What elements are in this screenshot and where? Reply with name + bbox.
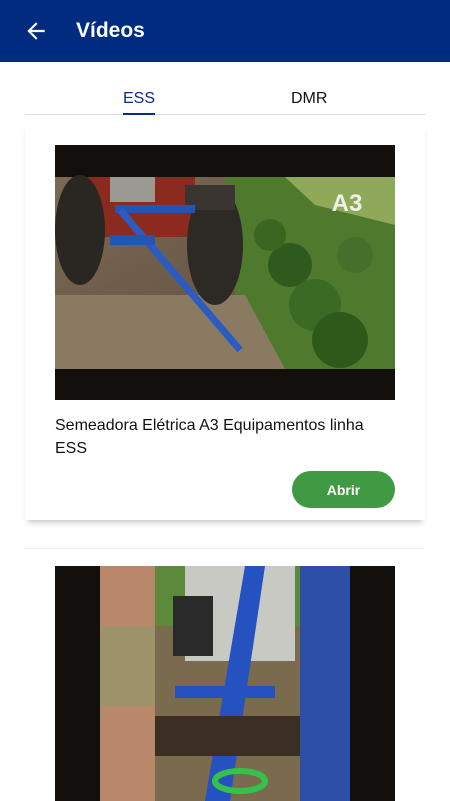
- video-thumbnail[interactable]: [55, 566, 395, 801]
- video-thumbnail-image: A3: [55, 145, 395, 400]
- app-bar: Vídeos: [0, 0, 450, 62]
- video-card: [25, 548, 425, 801]
- video-thumbnail-image: [55, 566, 395, 801]
- page-title: Vídeos: [76, 19, 145, 42]
- tab-ess[interactable]: ESS: [123, 80, 156, 115]
- arrow-left-icon: [27, 22, 45, 40]
- video-card: A3 Semeadora Elétrica A3 Equipamentos li…: [25, 124, 425, 520]
- brand-logo-text: A3: [332, 190, 363, 217]
- video-title: Semeadora Elétrica A3 Equipamentos linha…: [55, 417, 364, 457]
- open-button[interactable]: Abrir: [292, 471, 395, 508]
- back-button[interactable]: [14, 9, 58, 53]
- tab-bar: ESS DMR: [25, 80, 425, 115]
- tab-dmr[interactable]: DMR: [291, 80, 327, 114]
- video-thumbnail[interactable]: A3: [55, 145, 395, 400]
